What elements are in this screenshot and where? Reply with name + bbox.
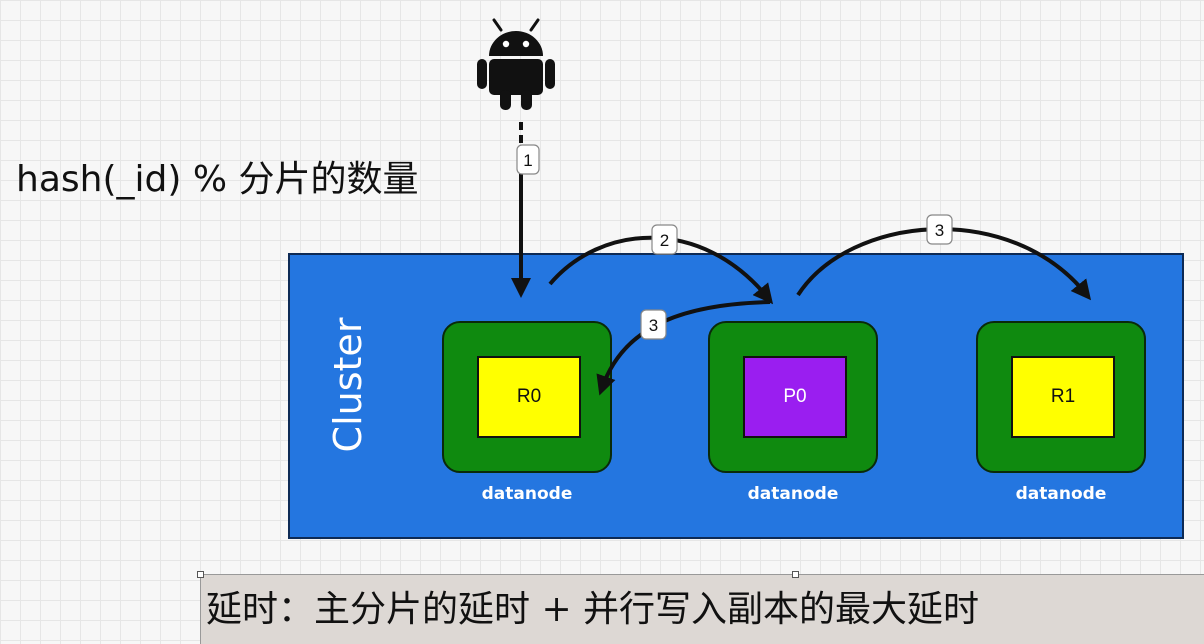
svg-text:1: 1 <box>523 151 532 170</box>
svg-text:3: 3 <box>649 316 658 335</box>
svg-text:2: 2 <box>660 231 669 250</box>
latency-note: 延时：主分片的延时 + 并行写入副本的最大延时 <box>206 589 980 630</box>
step-label-3-r0: 3 <box>640 309 667 340</box>
android-icon <box>477 18 555 110</box>
step-label-2: 2 <box>651 224 678 255</box>
resize-handle-left[interactable] <box>197 571 204 578</box>
arrow-step-3-to-r0 <box>596 300 771 396</box>
resize-handle-mid[interactable] <box>792 571 799 578</box>
svg-text:3: 3 <box>935 221 944 240</box>
step-label-3-r1: 3 <box>926 214 953 245</box>
flow-arrows: 1 2 3 3 <box>477 18 1092 396</box>
step-label-1: 1 <box>516 144 540 175</box>
